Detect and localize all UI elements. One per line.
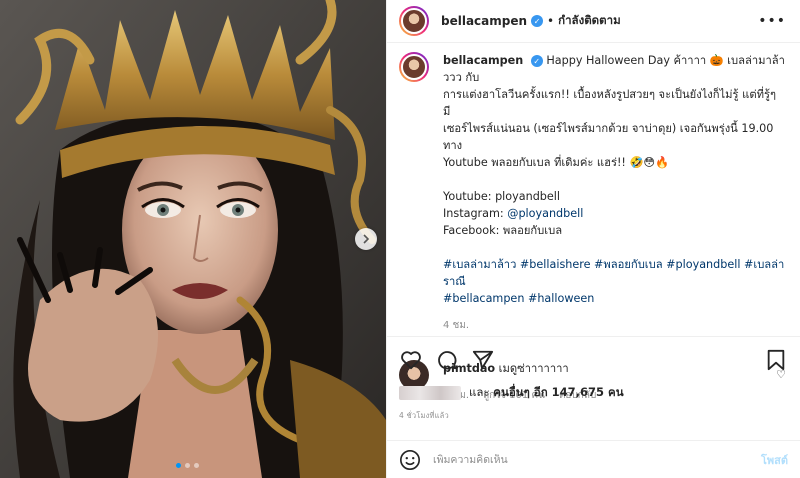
caption-author-username[interactable]: bellacampen [443,54,523,67]
bookmark-icon [767,349,785,370]
photo-illustration [0,0,386,478]
follow-separator: • [547,14,555,28]
add-comment-bar: โพสต์ [387,440,800,478]
post-photo[interactable] [0,0,386,478]
caption-line: เซอร์ไพรส์แน่นอน (เซอร์ไพรส์มากด้วย จาบ่… [443,122,774,152]
caption-author-avatar[interactable] [399,52,429,82]
following-status-button[interactable]: กำลังติดตาม [558,12,621,30]
carousel-dot [185,463,190,468]
caption-line: Youtube พลอยกับเบล ที่เดิมค่ะ แฮร่!! 🤣😳🔥 [443,156,669,169]
comment-input[interactable] [433,453,761,466]
save-button[interactable] [764,348,788,372]
emoji-button[interactable] [399,449,421,471]
smiley-icon [400,449,420,470]
author-username[interactable]: bellacampen [441,14,527,28]
paper-plane-icon [472,350,494,369]
caption-time: 4 ชม. [443,320,470,331]
heart-icon [401,350,421,369]
facebook-line: Facebook: พลอยกับเบล [443,224,563,237]
chevron-right-icon [363,234,370,244]
hashtags-link[interactable]: #เบลล่ามาล้าว #bellaishere #พลอยกับเบล #… [443,256,786,290]
like-button[interactable] [399,348,423,372]
carousel-dot-active [176,463,181,468]
post-detail-panel: bellacampen ✓ • กำลังติดตาม ••• bellacam… [386,0,800,478]
youtube-line: Youtube: ployandbell [443,190,560,203]
post-comment-button[interactable]: โพสต์ [761,451,788,469]
post-header: bellacampen ✓ • กำลังติดตาม ••• [387,0,800,43]
caption: bellacampen ✓ Happy Halloween Day ค้าาาา… [399,52,786,334]
hashtags-link[interactable]: #bellacampen #halloween [443,290,786,307]
more-options-icon[interactable]: ••• [758,13,786,29]
comments-section: bellacampen ✓ Happy Halloween Day ค้าาาา… [387,52,800,401]
carousel-indicator [176,463,199,468]
instagram-prefix: Instagram: [443,207,508,220]
carousel-next-button[interactable] [355,228,377,250]
share-button[interactable] [471,348,495,372]
comment-bubble-icon [438,350,457,369]
likes-prefix: และ [469,385,490,399]
likes-others-link[interactable]: คนอื่นๆ อีก 147,675 คน [493,384,623,402]
carousel-dot [194,463,199,468]
blurred-username [399,386,461,400]
action-bar [387,336,800,382]
instagram-line: Instagram: @ployandbell [443,205,786,222]
author-avatar[interactable] [399,6,429,36]
verified-badge-icon: ✓ [531,15,544,27]
caption-body: bellacampen ✓ Happy Halloween Day ค้าาาา… [443,52,786,334]
instagram-mention-link[interactable]: @ployandbell [507,207,583,220]
comment-button[interactable] [435,348,459,372]
likes-summary: และ คนอื่นๆ อีก 147,675 คน [399,384,624,402]
post-timestamp: 4 ชั่วโมงที่แล้ว [399,411,449,420]
caption-line: การแต่งฮาโลวีนครั้งแรก!! เบื้องหลังรูปสว… [443,88,776,118]
verified-badge-icon: ✓ [530,55,543,67]
